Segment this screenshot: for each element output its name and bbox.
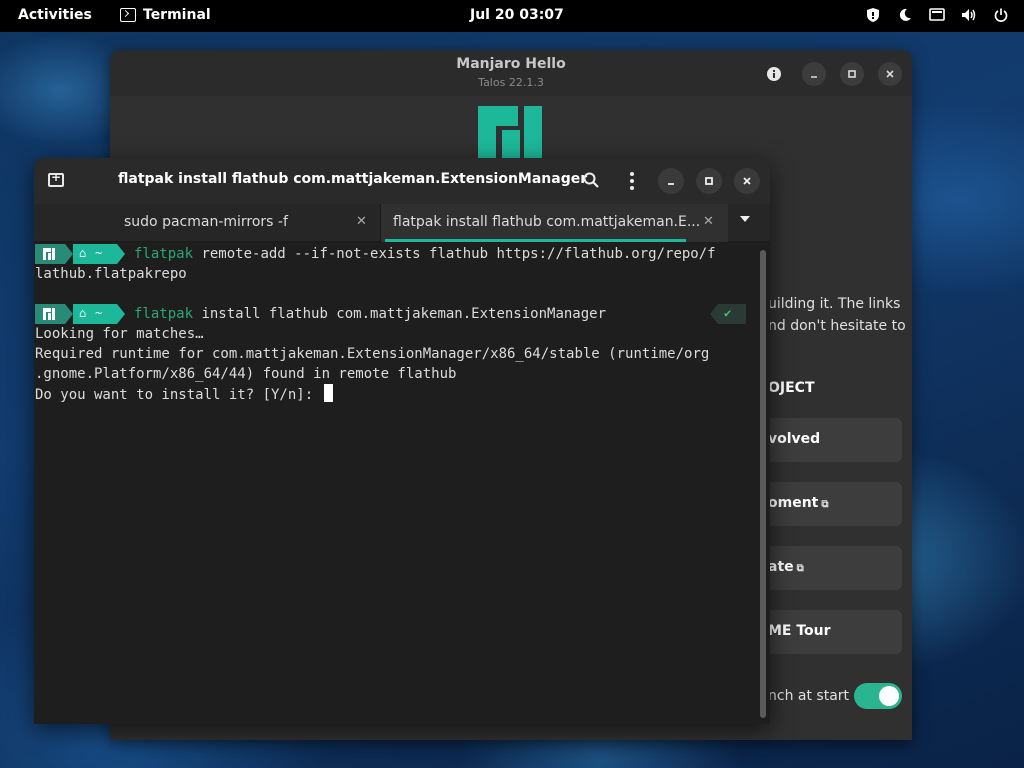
output-line: Looking for matches… bbox=[35, 326, 204, 342]
tab-close-icon[interactable]: ✕ bbox=[703, 214, 714, 229]
tab-label: flatpak install flathub com.mattjakeman.… bbox=[393, 214, 701, 230]
tab-bar: sudo pacman-mirrors -f ✕ flatpak install… bbox=[34, 204, 770, 242]
volume-icon[interactable] bbox=[960, 6, 978, 24]
output-line: Required runtime for com.mattjakeman.Ext… bbox=[35, 346, 710, 362]
external-link-icon: ⧉ bbox=[821, 499, 829, 510]
terminal-icon bbox=[120, 8, 136, 22]
command-args: remote-add --if-not-exists flathub https… bbox=[193, 246, 716, 262]
button-label: ate ⧉ bbox=[768, 559, 804, 575]
terminal-title: flatpak install flathub com.mattjakeman.… bbox=[118, 171, 588, 187]
tab-label: sudo pacman-mirrors -f bbox=[124, 214, 288, 230]
new-tab-icon[interactable] bbox=[48, 170, 64, 187]
command-keyword: flatpak bbox=[134, 246, 194, 262]
text-cursor bbox=[323, 384, 333, 402]
terminal-output[interactable]: ⌂ ~ flatpak remote-add --if-not-exists fl… bbox=[34, 244, 756, 724]
tab-close-icon[interactable]: ✕ bbox=[356, 214, 367, 229]
output-line: .gnome.Platform/x86_64/44) found in remo… bbox=[35, 366, 457, 382]
terminal-window: flatpak install flathub com.mattjakeman.… bbox=[34, 158, 770, 724]
toggle-knob bbox=[879, 686, 899, 706]
power-icon[interactable] bbox=[992, 6, 1010, 24]
system-tray[interactable] bbox=[864, 6, 1010, 24]
hello-header: Manjaro Hello Talos 22.1.3 bbox=[110, 50, 912, 96]
clock[interactable]: Jul 20 03:07 bbox=[470, 7, 564, 23]
hello-title: Manjaro Hello bbox=[456, 56, 566, 72]
button-label-text: oment bbox=[768, 495, 819, 511]
manjaro-logo-icon bbox=[43, 308, 55, 320]
activities-button[interactable]: Activities bbox=[18, 7, 92, 23]
button-label: volved bbox=[768, 431, 821, 447]
prompt-segment: ⌂ ~ bbox=[35, 304, 135, 324]
command-args: install flathub com.mattjakeman.Extensio… bbox=[193, 306, 607, 322]
button-label: ME Tour bbox=[768, 623, 831, 639]
tab-flatpak-install[interactable]: flatpak install flathub com.mattjakeman.… bbox=[381, 204, 728, 242]
active-tab-indicator bbox=[385, 239, 686, 242]
terminal-minimize-button[interactable] bbox=[658, 168, 684, 194]
button-label: oment ⧉ bbox=[768, 495, 829, 511]
hello-minimize-button[interactable] bbox=[802, 62, 826, 86]
button-label-text: ate bbox=[768, 559, 794, 575]
hello-description-line: uilding it. The links bbox=[768, 296, 901, 312]
external-link-icon: ⧉ bbox=[796, 563, 804, 574]
shield-icon[interactable] bbox=[864, 6, 882, 24]
app-name: Terminal bbox=[143, 7, 211, 23]
project-section-heading: OJECT bbox=[768, 380, 815, 396]
hello-maximize-button[interactable] bbox=[840, 62, 864, 86]
output-line: Do you want to install it? [Y/n]: bbox=[35, 384, 333, 404]
command-keyword: flatpak bbox=[134, 306, 194, 322]
status-segment: ✔ bbox=[710, 304, 746, 324]
terminal-close-button[interactable] bbox=[734, 168, 760, 194]
night-light-icon[interactable] bbox=[896, 6, 914, 24]
tab-pacman-mirrors[interactable]: sudo pacman-mirrors -f ✕ bbox=[34, 204, 380, 242]
command-line: flatpak remote-add --if-not-exists flath… bbox=[134, 244, 716, 264]
chevron-down-icon[interactable] bbox=[740, 216, 750, 222]
top-bar: Activities Terminal Jul 20 03:07 bbox=[0, 0, 1024, 32]
launch-at-start-label: nch at start bbox=[768, 688, 850, 704]
manjaro-logo-icon bbox=[43, 248, 55, 260]
home-icon: ⌂ bbox=[79, 246, 87, 260]
terminal-scrollbar[interactable] bbox=[760, 250, 766, 718]
home-icon: ⌂ bbox=[79, 306, 87, 320]
command-line: flatpak install flathub com.mattjakeman.… bbox=[134, 304, 606, 324]
terminal-maximize-button[interactable] bbox=[696, 168, 722, 194]
terminal-header: flatpak install flathub com.mattjakeman.… bbox=[34, 158, 770, 204]
app-menu[interactable]: Terminal bbox=[120, 7, 211, 23]
hello-close-button[interactable] bbox=[878, 62, 902, 86]
search-icon[interactable] bbox=[582, 171, 602, 191]
check-icon: ✔ bbox=[724, 306, 732, 320]
info-button[interactable] bbox=[762, 62, 786, 86]
prompt-dir: ~ bbox=[95, 306, 103, 320]
display-icon[interactable] bbox=[928, 6, 946, 24]
hello-description-line: nd don't hesitate to bbox=[768, 318, 906, 334]
prompt-segment: ⌂ ~ bbox=[35, 244, 135, 264]
command-line-wrap: lathub.flatpakrepo bbox=[35, 266, 187, 282]
launch-at-start-toggle[interactable] bbox=[854, 683, 902, 709]
hello-subtitle: Talos 22.1.3 bbox=[478, 76, 544, 89]
menu-icon[interactable] bbox=[628, 171, 636, 191]
manjaro-logo-icon bbox=[478, 106, 544, 166]
prompt-question: Do you want to install it? [Y/n]: bbox=[35, 387, 322, 403]
prompt-dir: ~ bbox=[95, 246, 103, 260]
